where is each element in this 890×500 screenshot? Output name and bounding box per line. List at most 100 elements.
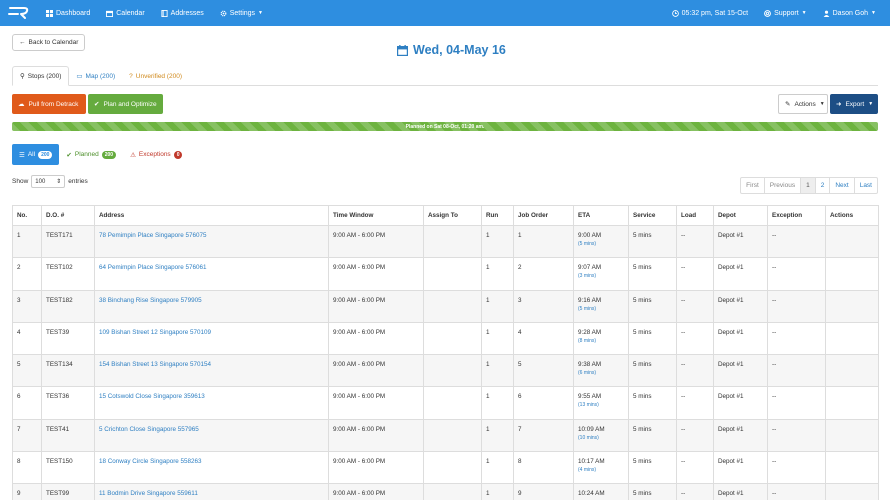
plan-and-optimize-button[interactable]: ✔ Plan and Optimize bbox=[88, 94, 163, 114]
cell-time-window-text: 9:00 AM - 6:00 PM bbox=[333, 393, 386, 401]
cell-exception: -- bbox=[767, 354, 826, 388]
nav-calendar-label: Calendar bbox=[116, 9, 145, 17]
cell-do-number-text: TEST39 bbox=[46, 328, 70, 336]
actions-button[interactable]: ✎ Actions ▼ bbox=[778, 94, 828, 114]
cell-exception: -- bbox=[767, 257, 826, 291]
address-link[interactable]: 5 Crichton Close Singapore 557965 bbox=[99, 426, 199, 433]
chevron-down-icon: ▼ bbox=[801, 10, 807, 16]
nav-addresses[interactable]: Addresses bbox=[153, 9, 212, 17]
cell-load-text: -- bbox=[681, 458, 686, 466]
address-link[interactable]: 15 Cotswold Close Singapore 359613 bbox=[99, 393, 205, 400]
cell-job-order-text: 9 bbox=[518, 490, 522, 498]
cell-job-order: 4 bbox=[513, 321, 574, 356]
cell-exception-text: -- bbox=[772, 490, 777, 498]
cell-eta: 9:28 AM (8 mins) bbox=[573, 321, 629, 356]
cell-do-number: TEST182 bbox=[41, 289, 95, 323]
cell-time-window-text: 9:00 AM - 6:00 PM bbox=[333, 296, 386, 304]
address-link[interactable]: 154 Bishan Street 13 Singapore 570154 bbox=[99, 361, 211, 368]
cell-job-order: 9 bbox=[513, 483, 574, 500]
cell-service: 5 mins bbox=[628, 224, 677, 259]
tab-unverified-label: Unverified (200) bbox=[135, 72, 183, 80]
page-next[interactable]: Next bbox=[829, 178, 853, 193]
show-entries: Show 100 ⇕ entries bbox=[12, 175, 88, 188]
cell-service-text: 5 mins bbox=[633, 393, 652, 401]
nav-calendar[interactable]: Calendar bbox=[98, 10, 152, 17]
eta-travel-time: (13 mins) bbox=[578, 402, 599, 409]
page-1[interactable]: 1 bbox=[800, 178, 815, 193]
cell-service: 5 mins bbox=[628, 354, 677, 388]
tab-map[interactable]: ▭ Map (200) bbox=[69, 66, 122, 86]
nav-settings[interactable]: Settings ▼ bbox=[212, 10, 271, 17]
view-tabs: ⚲ Stops (200) ▭ Map (200) ? Unverified (… bbox=[12, 66, 878, 86]
tab-stops[interactable]: ⚲ Stops (200) bbox=[12, 66, 70, 86]
cell-assign-to bbox=[423, 418, 482, 453]
col-eta[interactable]: ETA bbox=[573, 205, 629, 226]
nav-support[interactable]: Support ▼ bbox=[756, 10, 814, 17]
cell-address: 38 Binchang Rise Singapore 579905 bbox=[94, 289, 329, 323]
cell-depot: Depot #1 bbox=[713, 224, 768, 259]
nav-user[interactable]: Dason Goh ▼ bbox=[815, 10, 884, 17]
address-link[interactable]: 78 Pemimpin Place Singapore 576075 bbox=[99, 232, 206, 239]
col-exception[interactable]: Exception bbox=[767, 205, 826, 226]
table-header-row: No. D.O. # Address Time Window Assign To… bbox=[12, 205, 879, 226]
col-address[interactable]: Address bbox=[94, 205, 329, 226]
cell-do-number: TEST41 bbox=[41, 418, 95, 453]
page-first[interactable]: First bbox=[741, 178, 764, 193]
col-time-window[interactable]: Time Window bbox=[328, 205, 424, 226]
cell-do-number: TEST99 bbox=[41, 483, 95, 500]
address-link[interactable]: 38 Binchang Rise Singapore 579905 bbox=[99, 297, 202, 304]
table-row: 2 TEST102 64 Pemimpin Place Singapore 5760… bbox=[12, 257, 879, 291]
wrench-icon: ✎ bbox=[785, 101, 791, 108]
cell-depot: Depot #1 bbox=[713, 483, 768, 500]
cell-actions bbox=[825, 289, 879, 323]
address-link[interactable]: 18 Conway Circle Singapore 558263 bbox=[99, 458, 202, 465]
cell-job-order-text: 1 bbox=[518, 232, 522, 239]
col-run[interactable]: Run bbox=[481, 205, 514, 226]
col-depot[interactable]: Depot bbox=[713, 205, 768, 226]
col-job-order[interactable]: Job Order bbox=[513, 205, 574, 226]
col-assign-to[interactable]: Assign To bbox=[423, 205, 482, 226]
nav-dashboard[interactable]: Dashboard bbox=[38, 9, 98, 17]
filter-all[interactable]: ☰ All 200 bbox=[12, 144, 60, 165]
eta-travel-time: (8 mins) bbox=[578, 337, 597, 344]
chevron-down-icon: ▼ bbox=[871, 10, 876, 16]
cell-depot-text: Depot #1 bbox=[718, 264, 744, 272]
dashboard-icon bbox=[46, 9, 53, 17]
question-icon: ? bbox=[129, 72, 133, 80]
filter-planned[interactable]: ✔ Planned 200 bbox=[59, 144, 123, 165]
page-previous[interactable]: Previous bbox=[763, 178, 800, 193]
cell-service-text: 5 mins bbox=[633, 425, 652, 433]
cell-run: 1 bbox=[481, 224, 514, 259]
cell-run-text: 1 bbox=[486, 232, 490, 239]
tab-unverified[interactable]: ? Unverified (200) bbox=[122, 66, 189, 86]
col-load[interactable]: Load bbox=[676, 205, 714, 226]
cell-time-window-text: 9:00 AM - 6:00 PM bbox=[333, 458, 386, 466]
filter-exceptions-label: Exceptions bbox=[138, 151, 171, 158]
back-to-calendar-button[interactable]: ← Back to Calendar bbox=[12, 34, 86, 51]
address-link[interactable]: 109 Bishan Street 12 Singapore 570109 bbox=[99, 329, 211, 336]
col-do[interactable]: D.O. # bbox=[41, 205, 95, 226]
warning-icon: ⚠ bbox=[130, 151, 136, 159]
entries-per-page-select[interactable]: 100 ⇕ bbox=[31, 175, 66, 188]
map-icon: ▭ bbox=[76, 73, 83, 80]
cell-eta-text: 9:16 AM bbox=[578, 296, 602, 304]
page-2[interactable]: 2 bbox=[814, 178, 830, 193]
page-last[interactable]: Last bbox=[853, 178, 877, 193]
pull-from-detrack-button[interactable]: ☁ Pull from Detrack bbox=[12, 94, 86, 114]
app-logo[interactable] bbox=[6, 0, 32, 26]
cell-run: 1 bbox=[481, 257, 514, 291]
col-service[interactable]: Service bbox=[628, 205, 677, 226]
export-button[interactable]: ➜ Export ▼ bbox=[830, 94, 878, 114]
cell-job-order: 1 bbox=[513, 224, 574, 259]
cell-service-text: 5 mins bbox=[633, 490, 652, 498]
col-no[interactable]: No. bbox=[12, 205, 42, 226]
cell-service-text: 5 mins bbox=[633, 232, 652, 239]
plan-button-label: Plan and Optimize bbox=[103, 100, 157, 108]
filter-exceptions[interactable]: ⚠ Exceptions 0 bbox=[123, 144, 189, 165]
address-link[interactable]: 64 Pemimpin Place Singapore 576061 bbox=[99, 264, 206, 271]
cell-depot: Depot #1 bbox=[713, 289, 768, 323]
filter-planned-count: 200 bbox=[101, 150, 117, 159]
address-link[interactable]: 11 Bodmin Drive Singapore 559611 bbox=[99, 490, 198, 497]
cell-load-text: -- bbox=[681, 361, 686, 369]
cell-run: 1 bbox=[481, 483, 514, 500]
